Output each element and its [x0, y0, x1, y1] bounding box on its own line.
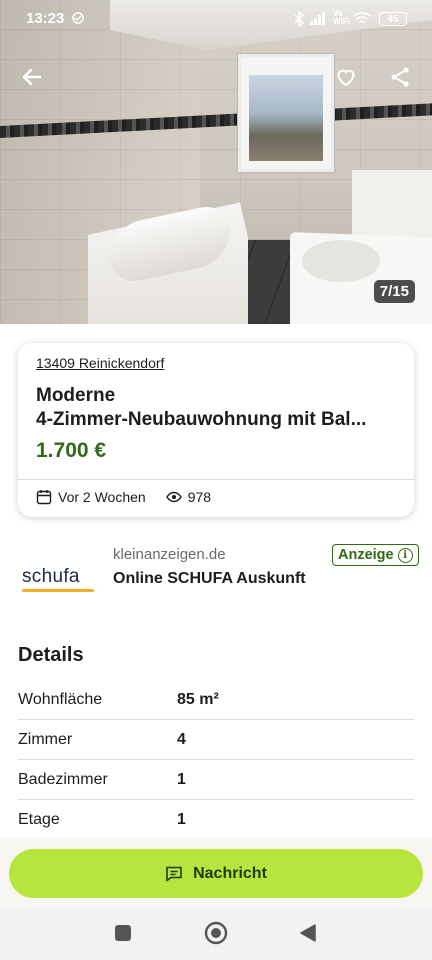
wifi-icon — [353, 12, 371, 23]
status-bar: 13:23 Vo WiFi 45 — [0, 0, 432, 38]
share-icon — [391, 67, 409, 87]
photo-sink-bowl — [302, 240, 380, 282]
listing-posted-date: Vor 2 Wochen — [58, 489, 146, 505]
listing-view-count: 978 — [187, 489, 212, 505]
arrow-left-icon — [22, 68, 42, 86]
recents-button[interactable] — [110, 920, 136, 946]
vowifi-indicator: Vo WiFi — [333, 9, 350, 26]
listing-location-link[interactable]: 13409 Reinickendorf — [36, 355, 164, 371]
details-row: Etage 1 — [18, 800, 414, 840]
listing-title: Moderne 4-Zimmer-Neubauwohnung mit Bal..… — [36, 385, 367, 430]
ad-logo: schufa — [22, 566, 96, 594]
listing-views: 978 — [165, 489, 212, 505]
notification-icon — [72, 12, 84, 24]
details-row: Wohnfläche 85 m² — [18, 680, 414, 720]
home-button[interactable] — [203, 920, 229, 946]
message-button[interactable]: Nachricht — [9, 849, 423, 898]
triangle-back-icon — [300, 924, 316, 942]
ad-badge[interactable]: Anzeige i — [332, 544, 419, 566]
details-heading: Details — [18, 644, 84, 666]
card-divider — [18, 479, 414, 480]
signal-icon — [310, 12, 325, 25]
share-button[interactable] — [382, 59, 418, 95]
details-row: Badezimmer 1 — [18, 760, 414, 800]
ad-title[interactable]: Online SCHUFA Auskunft — [113, 570, 306, 588]
system-back-button[interactable] — [295, 920, 321, 946]
ad-domain: kleinanzeigen.de — [113, 546, 226, 563]
details-table: Wohnfläche 85 m² Zimmer 4 Badezimmer 1 Etag… — [18, 680, 414, 840]
message-icon — [166, 866, 182, 881]
listing-meta: Vor 2 Wochen 978 — [36, 489, 211, 505]
calendar-icon — [36, 490, 52, 505]
favorite-button[interactable] — [328, 59, 364, 95]
eye-icon — [165, 491, 182, 503]
info-icon: i — [397, 547, 413, 563]
bluetooth-icon — [294, 11, 305, 27]
listing-price: 1.700 € — [36, 439, 107, 462]
photo-window — [238, 54, 334, 172]
image-counter: 7/15 — [373, 280, 415, 303]
details-row: Zimmer 4 — [18, 720, 414, 760]
circle-icon — [204, 921, 228, 945]
square-icon — [115, 925, 131, 941]
status-time: 13:23 — [26, 10, 65, 27]
battery-indicator: 45 — [379, 12, 407, 26]
back-button[interactable] — [14, 59, 50, 95]
heart-icon — [337, 69, 355, 86]
listing-photo-gallery[interactable]: 7/15 — [0, 0, 432, 324]
listing-summary-card: 13409 Reinickendorf Moderne 4-Zimmer-Neu… — [18, 343, 414, 517]
system-navigation-bar — [0, 906, 432, 960]
